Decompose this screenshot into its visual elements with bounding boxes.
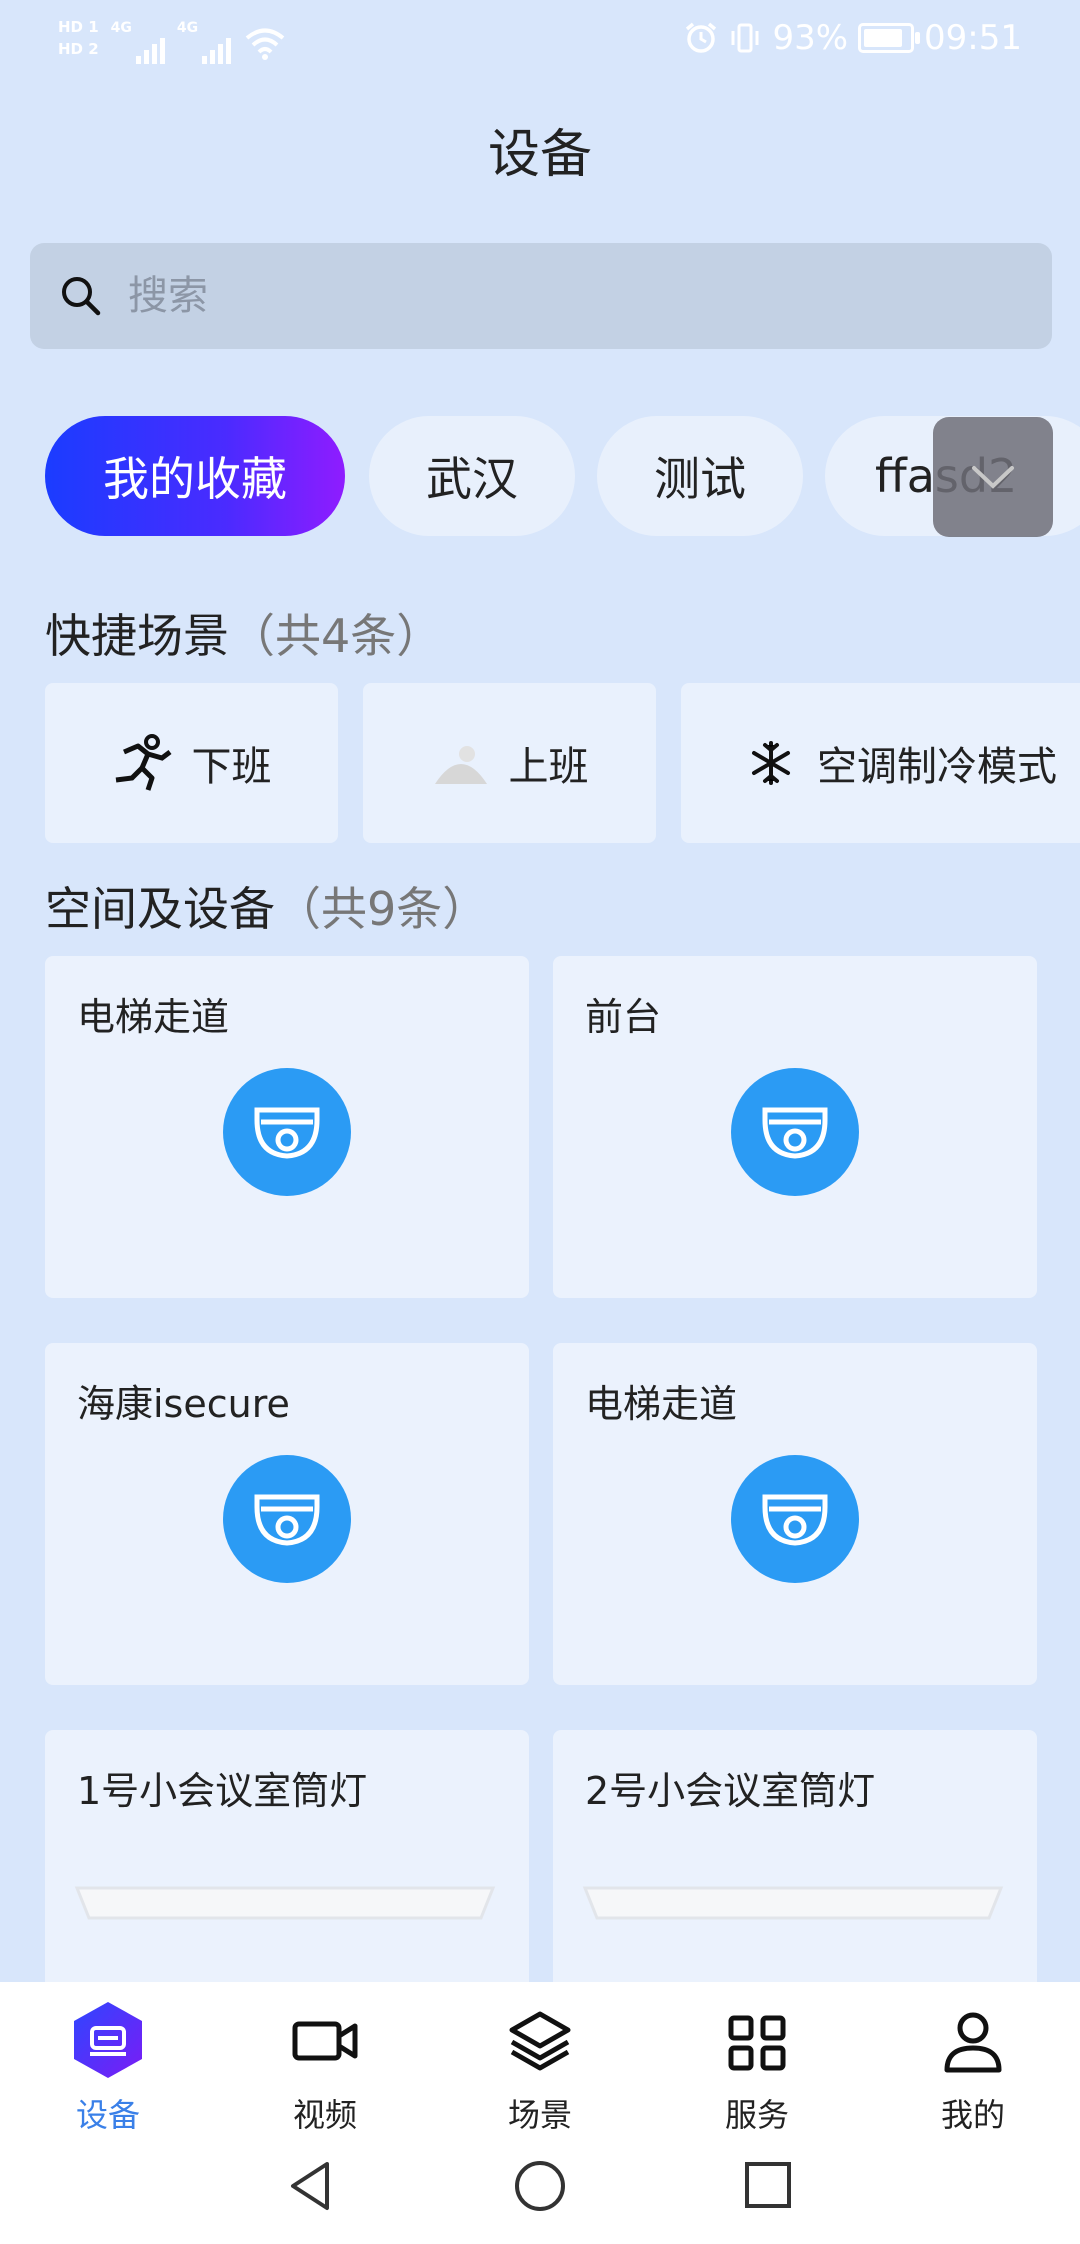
signal-bars-icon <box>135 30 165 64</box>
ceiling-light-icon <box>582 1886 1004 1920</box>
nav-label: 视频 <box>292 2096 357 2134</box>
search-bar[interactable] <box>30 243 1052 349</box>
spaces-title: 空间及设备（共9条） <box>45 873 488 939</box>
vibrate-icon <box>731 23 759 53</box>
signal-2: 4G <box>176 12 232 64</box>
device-card[interactable]: 电梯走道 <box>45 956 529 1298</box>
hd1-label: HD 1 <box>58 18 99 36</box>
running-person-icon <box>115 734 171 791</box>
home-icon[interactable] <box>512 2158 568 2214</box>
clock: 09:51 <box>924 18 1022 58</box>
status-right: 93% 09:51 <box>684 18 1022 58</box>
back-icon[interactable] <box>285 2158 335 2214</box>
wifi-icon <box>245 28 285 60</box>
search-icon <box>62 277 101 316</box>
video-camera-icon <box>292 2021 358 2061</box>
quick-scenes-count: （共4条） <box>229 609 443 663</box>
device-card[interactable]: 前台 <box>553 956 1037 1298</box>
alarm-icon <box>686 22 717 53</box>
chevron-down-icon <box>972 466 1014 489</box>
tab-favorites[interactable]: 我的收藏 <box>45 416 345 536</box>
signal-bars-icon <box>202 30 232 64</box>
scene-card-on-work[interactable]: 上班 <box>363 683 656 843</box>
quick-scenes-list: 下班 上班 空调制冷模式 <box>45 683 1080 845</box>
page-title: 设备 <box>487 125 592 185</box>
expand-tabs-button[interactable] <box>933 417 1053 537</box>
space-tabs: 我的收藏 武汉 测试 ffasd2 <box>45 416 1080 538</box>
nav-label: 设备 <box>75 2096 140 2134</box>
device-card[interactable]: 电梯走道 <box>553 1343 1037 1685</box>
scene-label: 空调制冷模式 <box>817 744 1057 790</box>
spaces-label: 空间及设备 <box>45 882 275 936</box>
system-navigation <box>0 2150 1080 2220</box>
camera-icon <box>223 1455 351 1583</box>
device-name: 1号小会议室筒灯 <box>77 1769 368 1813</box>
battery-percent: 93% <box>772 18 849 58</box>
scene-label: 下班 <box>191 744 272 790</box>
battery-icon <box>858 23 921 53</box>
nav-label: 场景 <box>507 2096 572 2134</box>
device-card[interactable]: 海康isecure <box>45 1343 529 1685</box>
grid-apps-icon <box>728 2015 786 2071</box>
nav-label: 服务 <box>724 2096 789 2134</box>
network-type-1: 4G <box>110 20 132 36</box>
network-type-2: 4G <box>176 20 199 36</box>
scene-card-off-work[interactable]: 下班 <box>45 683 338 843</box>
camera-icon <box>731 1455 859 1583</box>
user-icon <box>944 2012 1002 2073</box>
spaces-count: （共9条） <box>275 882 489 936</box>
quick-scenes-label: 快捷场景 <box>45 609 229 663</box>
recent-apps-icon[interactable] <box>743 2160 793 2210</box>
nav-devices[interactable]: 设备 <box>28 2000 188 2136</box>
tab-wuhan[interactable]: 武汉 <box>369 416 575 536</box>
search-input[interactable] <box>126 272 930 320</box>
nav-label: 我的 <box>940 2096 1005 2134</box>
nav-profile[interactable]: 我的 <box>893 2000 1053 2136</box>
layers-icon <box>509 2011 571 2071</box>
sunrise-icon <box>434 746 487 784</box>
hd-indicator: HD 1 HD 2 <box>58 19 99 57</box>
status-bar: HD 1 HD 2 4G 4G 93% 09:51 <box>0 0 1080 80</box>
ceiling-light-icon <box>74 1886 496 1920</box>
camera-icon <box>223 1068 351 1196</box>
camera-icon <box>731 1068 859 1196</box>
device-name: 前台 <box>585 995 662 1039</box>
scene-label: 上班 <box>508 744 589 790</box>
nav-video[interactable]: 视频 <box>245 2000 405 2136</box>
device-name: 2号小会议室筒灯 <box>585 1769 876 1813</box>
quick-scenes-title: 快捷场景（共4条） <box>45 600 442 666</box>
device-name: 电梯走道 <box>585 1382 738 1426</box>
device-name: 电梯走道 <box>77 995 230 1039</box>
nav-scenes[interactable]: 场景 <box>460 2000 620 2136</box>
scene-card-ac-cool[interactable]: 空调制冷模式 <box>681 683 1080 843</box>
hd2-label: HD 2 <box>58 40 99 58</box>
signal-group: HD 1 HD 2 4G 4G <box>58 12 285 64</box>
snowflake-icon <box>752 741 790 785</box>
device-name: 海康isecure <box>77 1382 290 1426</box>
device-hexagon-icon <box>74 2002 142 2078</box>
signal-1: 4G <box>111 12 165 64</box>
nav-services[interactable]: 服务 <box>677 2000 837 2136</box>
tab-test[interactable]: 测试 <box>597 416 803 536</box>
